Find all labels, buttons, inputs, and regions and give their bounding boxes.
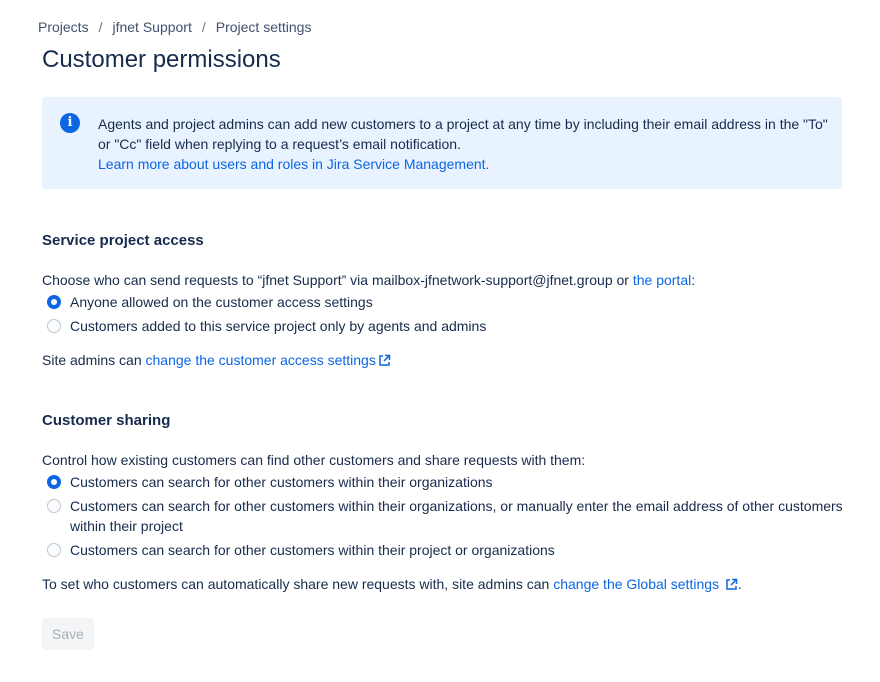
info-text-line1: Agents and project admins can add new cu… [98,116,828,132]
learn-more-link[interactable]: Learn more about users and roles in Jira… [98,156,489,172]
note-text: Site admins can [42,352,146,368]
breadcrumb-separator: / [201,19,206,35]
breadcrumb-projects[interactable]: Projects [38,19,89,35]
radio-unselected-icon[interactable] [47,543,61,557]
customer-sharing-title: Customer sharing [42,412,171,429]
radio-label: Anyone allowed on the customer access se… [70,294,373,310]
customer-sharing-prompt: Control how existing customers can find … [42,452,586,468]
external-link-icon [726,578,738,590]
page-title: Customer permissions [42,46,281,73]
breadcrumb: Projects / jfnet Support / Project setti… [38,19,311,35]
service-access-prompt: Choose who can send requests to “jfnet S… [42,272,695,288]
breadcrumb-project-settings[interactable]: Project settings [216,19,312,35]
global-settings-link-text: change the Global settings [553,576,720,592]
info-banner: i Agents and project admins can add new … [42,97,842,189]
prompt-colon: : [691,272,696,288]
radio-label: Customers can search for other customers… [70,474,493,490]
radio-unselected-icon[interactable] [47,319,61,333]
save-button[interactable]: Save [42,618,94,650]
radio-option-manual-email[interactable]: Customers can search for other customers… [47,496,843,536]
breadcrumb-project[interactable]: jfnet Support [112,19,191,35]
prompt-text: Choose who can send requests to “jfnet S… [42,272,633,288]
info-icon: i [60,113,80,133]
radio-label: Customers can search for other customers… [70,542,555,558]
radio-label: Customers can search for other customers… [70,496,843,536]
external-link-icon [379,354,391,366]
portal-link[interactable]: the portal [633,272,691,288]
radio-option-anyone[interactable]: Anyone allowed on the customer access se… [47,292,373,312]
radio-label-line1: Customers can search for other customers… [70,498,843,514]
global-settings-link[interactable]: change the Global settings [553,576,738,592]
customer-access-settings-link[interactable]: change the customer access settings [146,352,391,368]
radio-label: Customers added to this service project … [70,318,487,334]
customer-access-link-text: change the customer access settings [145,352,376,368]
radio-label-line2: within their project [70,518,183,534]
radio-selected-icon[interactable] [47,295,61,309]
radio-unselected-icon[interactable] [47,499,61,513]
info-banner-text: Agents and project admins can add new cu… [98,114,828,174]
breadcrumb-separator: / [98,19,103,35]
note-text: To set who customers can automatically s… [42,576,554,592]
radio-option-project-or-organizations[interactable]: Customers can search for other customers… [47,540,555,560]
site-admin-note: Site admins can change the customer acce… [42,352,391,368]
radio-option-within-organizations[interactable]: Customers can search for other customers… [47,472,493,492]
info-text-line2: or "Cc" field when replying to a request… [98,136,461,152]
radio-selected-icon[interactable] [47,475,61,489]
global-settings-note: To set who customers can automatically s… [42,576,742,592]
note-period: . [737,576,742,592]
service-access-title: Service project access [42,232,204,249]
radio-option-agents-only[interactable]: Customers added to this service project … [47,316,486,336]
